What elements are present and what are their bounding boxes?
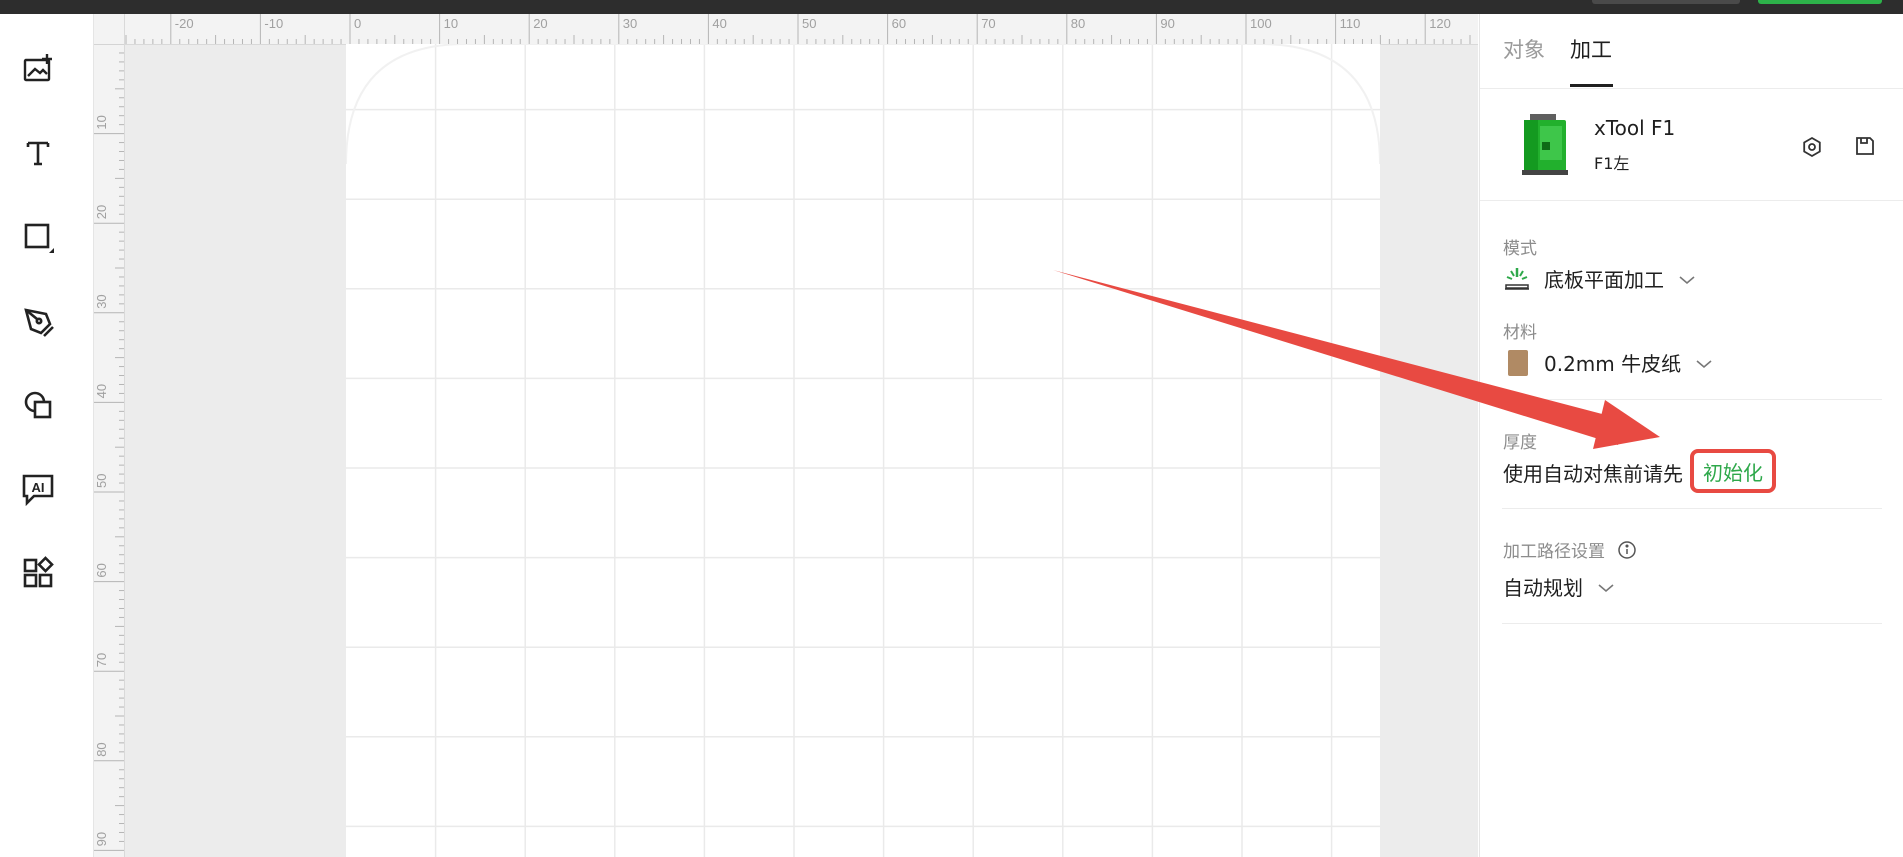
ruler-tick-label: 10 [444,16,458,31]
text-icon[interactable] [18,133,58,173]
title-bar [0,0,1903,14]
ruler-tick-label: 40 [712,16,726,31]
settings-icon[interactable] [1797,132,1827,162]
work-bed[interactable] [346,44,1380,857]
ruler-tick-label: 30 [94,294,109,308]
active-tab-indicator [1570,84,1613,87]
tab-process[interactable]: 加工 [1570,34,1612,64]
mode-label: 模式 [1503,239,1537,259]
apps-icon[interactable] [18,553,58,593]
ruler-tick-label: 70 [981,16,995,31]
chevron-down-icon [1597,575,1615,599]
ruler-top: -20 -10 0 10 20 30 40 50 60 70 80 90 100 110 120 [94,14,1478,45]
ruler-tick-label: 20 [94,205,109,219]
save-icon[interactable] [1850,131,1880,161]
rectangle-icon[interactable] [18,217,58,257]
thickness-label: 厚度 [1503,433,1537,453]
ruler-tick-label: 110 [1340,16,1361,31]
left-toolbar: AI [0,14,94,857]
topbar-start-button[interactable] [1758,0,1882,4]
ruler-tick-label: 60 [94,563,109,577]
grid [346,44,1380,857]
divider [1502,623,1882,624]
chevron-down-icon [1695,351,1713,375]
divider [1502,508,1882,509]
device-image [1516,112,1572,178]
tab-object[interactable]: 对象 [1503,34,1545,64]
material-label: 材料 [1503,323,1537,343]
ruler-corner [94,14,124,44]
ruler-tick-label: -10 [264,16,283,31]
device-card: xTool F1 F1左 [1480,94,1903,201]
material-swatch [1508,349,1528,376]
image-add-icon[interactable] [18,49,58,89]
ruler-tick-label: 70 [94,653,109,667]
chevron-down-icon [1678,267,1696,291]
ruler-tick-label: 20 [533,16,547,31]
material-value: 0.2mm 牛皮纸 [1544,352,1682,376]
ruler-tick-label: 40 [94,384,109,398]
right-panel: 对象 加工 xTool F1 F1左 模式 底板平面加工 材料 0.2mm 牛皮… [1479,14,1903,857]
ruler-tick-label: -20 [175,16,194,31]
pen-icon[interactable] [18,301,58,341]
panel-tabs: 对象 加工 [1480,14,1903,89]
ruler-tick-label: 60 [892,16,906,31]
device-subtitle: F1左 [1594,154,1630,173]
ruler-tick-label: 50 [94,474,109,488]
path-select[interactable]: 自动规划 [1503,572,1615,601]
path-settings-label: 加工路径设置 [1503,537,1637,562]
mode-value: 底板平面加工 [1544,268,1664,292]
autofocus-message: 使用自动对焦前请先 [1503,462,1683,486]
mode-select[interactable]: 底板平面加工 [1503,264,1696,293]
ruler-tick-label: 0 [354,16,361,31]
ruler-tick-label: 90 [94,832,109,846]
info-icon[interactable] [1617,540,1637,560]
ruler-left: 10 20 30 40 50 60 70 80 90 [94,14,125,857]
topbar-button[interactable] [1592,0,1740,4]
mode-icon [1503,265,1531,293]
svg-text:AI: AI [32,480,45,495]
ruler-tick-label: 80 [94,742,109,756]
ai-icon[interactable]: AI [18,469,58,509]
ruler-tick-label: 100 [1250,16,1272,31]
ruler-tick-label: 30 [623,16,637,31]
ruler-tick-label: 10 [94,115,109,129]
device-name: xTool F1 [1594,116,1676,140]
shapes-icon[interactable] [18,385,58,425]
ruler-tick-label: 50 [802,16,816,31]
canvas-area[interactable]: -20 -10 0 10 20 30 40 50 60 70 80 90 100 110 120 10 20 3… [94,14,1478,857]
material-select[interactable]: 0.2mm 牛皮纸 [1503,348,1713,377]
path-settings-text: 加工路径设置 [1503,542,1605,562]
ruler-tick-label: 90 [1160,16,1174,31]
initialize-link[interactable]: 初始化 [1690,449,1776,493]
path-value: 自动规划 [1503,576,1583,600]
ruler-tick-label: 80 [1071,16,1085,31]
divider [1502,399,1882,400]
ruler-tick-label: 120 [1429,16,1451,31]
